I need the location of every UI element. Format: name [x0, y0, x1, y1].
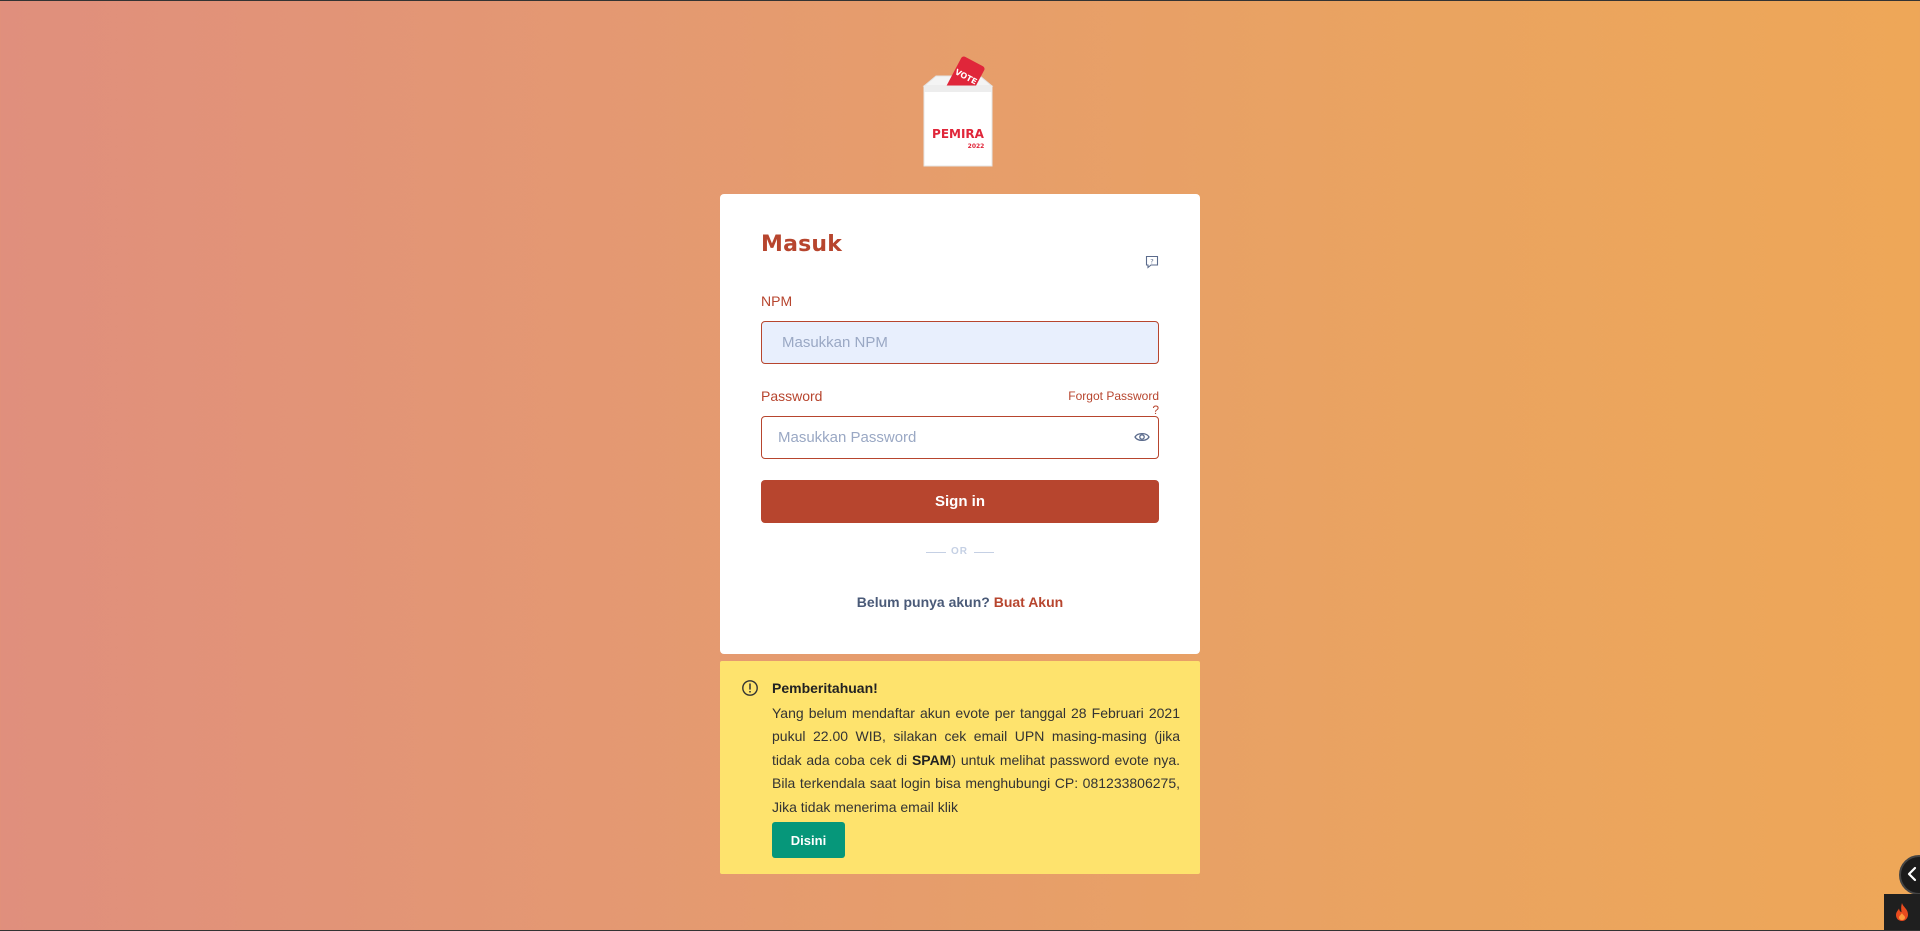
notice-text-spam: SPAM [911, 751, 952, 768]
sign-in-button[interactable]: Sign in [761, 480, 1159, 523]
eye-icon[interactable] [1134, 430, 1150, 444]
forgot-password-link[interactable]: Forgot Password ? [1059, 389, 1159, 417]
top-border [0, 0, 1920, 1]
help-chat-icon[interactable]: ? [1145, 255, 1159, 269]
notice-alert: Pemberitahuan! Yang belum mendaftar akun… [720, 661, 1200, 874]
flame-icon [1896, 903, 1908, 921]
or-divider: OR [926, 545, 996, 559]
or-divider-label: OR [951, 546, 968, 557]
password-input[interactable] [761, 416, 1159, 459]
chevron-left-icon [1907, 866, 1917, 882]
alert-circle-icon [742, 680, 758, 696]
login-title: Masuk [761, 232, 843, 257]
disini-button[interactable]: Disini [772, 822, 845, 858]
notice-title: Pemberitahuan! [772, 680, 878, 696]
signup-prompt: Belum punya akun? [856, 594, 990, 610]
notice-text: Yang belum mendaftar akun evote per tang… [772, 702, 1180, 819]
create-account-link[interactable]: Buat Akun [994, 594, 1063, 610]
npm-input[interactable] [761, 321, 1159, 364]
password-label: Password [761, 388, 823, 404]
npm-label: NPM [761, 293, 793, 309]
logo-year-text: 2022 [968, 143, 985, 150]
login-card: Masuk ? NPM Password Forgot Password ? S… [720, 194, 1200, 654]
pemira-logo: VOTE PEMIRA 2022 [922, 56, 994, 167]
logo-brand-text: PEMIRA [932, 127, 985, 141]
svg-text:?: ? [1150, 257, 1153, 265]
signup-row: Belum punya akun? Buat Akun [720, 594, 1200, 610]
